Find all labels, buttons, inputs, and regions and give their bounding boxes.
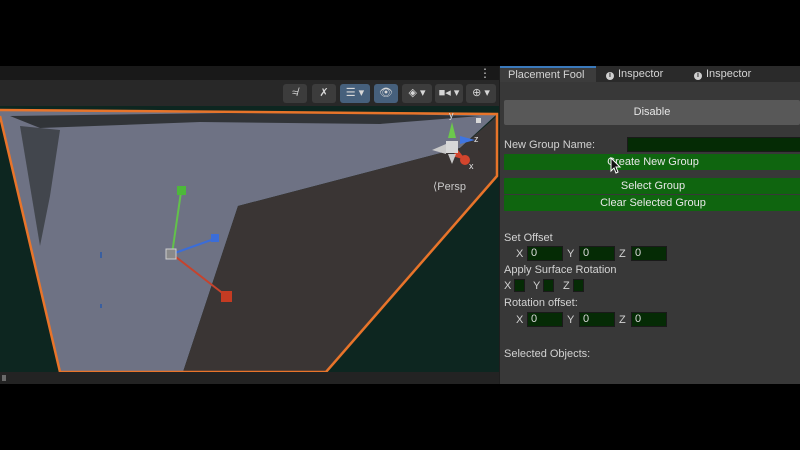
offset-x-field[interactable]: 0: [527, 246, 563, 261]
persp-label[interactable]: ⟨Persp: [433, 180, 466, 193]
surface-rotation-x-checkbox[interactable]: [514, 279, 525, 292]
rotation-offset-label: Rotation offset:: [504, 297, 578, 309]
eye-icon[interactable]: 👁: [374, 84, 398, 103]
gizmo-x-label: x: [469, 161, 474, 171]
offset-y-label: Y: [567, 248, 575, 260]
scene-render: [0, 108, 499, 372]
layers-dropdown-icon[interactable]: ☰ ▾: [340, 84, 370, 103]
new-group-name-label: New Group Name:: [504, 139, 596, 151]
scene-toolbar: ≉ ✗ ☰ ▾ 👁 ◈ ▾ ■◂ ▾ ⊕ ▾: [0, 80, 499, 106]
tab-label: Inspector: [706, 68, 752, 80]
tab-inspector-2[interactable]: i Inspector: [694, 66, 774, 82]
camera-dropdown-icon[interactable]: ■◂ ▾: [435, 84, 463, 103]
select-group-button[interactable]: Select Group: [504, 178, 800, 194]
rot-offset-x-label: X: [516, 314, 524, 326]
stack-dropdown-icon[interactable]: ◈ ▾: [402, 84, 432, 103]
rotation-z-label: Z: [563, 280, 570, 292]
info-icon: i: [694, 72, 702, 80]
scene-view-panel: ⋮ ≉ ✗ ☰ ▾ 👁 ◈ ▾ ■◂ ▾ ⊕ ▾ y z x ⟨Persp: [0, 66, 499, 384]
info-icon: i: [606, 72, 614, 80]
rotation-y-label: Y: [533, 280, 541, 292]
panel-tab-bar: Placement Fool i Inspector i Inspector: [500, 66, 800, 82]
offset-z-label: Z: [619, 248, 626, 260]
clear-selected-group-button[interactable]: Clear Selected Group: [504, 195, 800, 211]
tab-placement-tool[interactable]: Placement Fool: [500, 66, 596, 82]
new-group-name-input[interactable]: [627, 137, 800, 152]
scene-tab-bar: ⋮: [0, 66, 499, 80]
fx-off-icon[interactable]: ✗: [312, 84, 336, 103]
tab-inspector-1[interactable]: i Inspector: [606, 66, 686, 82]
visibility-off-icon[interactable]: ≉: [283, 84, 307, 103]
selected-objects-label: Selected Objects:: [504, 348, 591, 360]
rot-offset-z-label: Z: [619, 314, 626, 326]
tab-label: Inspector: [618, 68, 664, 80]
surface-rotation-z-checkbox[interactable]: [573, 279, 584, 292]
gizmo-z-label: z: [474, 134, 479, 144]
create-new-group-button[interactable]: Create New Group: [504, 154, 800, 170]
offset-z-field[interactable]: 0: [631, 246, 667, 261]
rotation-offset-y-field[interactable]: 0: [579, 312, 615, 327]
rotation-offset-x-field[interactable]: 0: [527, 312, 563, 327]
disable-button[interactable]: Disable: [504, 100, 800, 125]
mouse-cursor-icon: [610, 157, 622, 174]
rotation-offset-z-field[interactable]: 0: [631, 312, 667, 327]
apply-surface-rotation-label: Apply Surface Rotation: [504, 264, 617, 276]
tab-label: Placement Fool: [508, 69, 585, 81]
placement-tool-panel: Placement Fool i Inspector i Inspector Dis…: [499, 66, 800, 384]
set-offset-label: Set Offset: [504, 232, 553, 244]
surface-rotation-y-checkbox[interactable]: [543, 279, 554, 292]
rot-offset-y-label: Y: [567, 314, 575, 326]
scene-menu-icon[interactable]: ⋮: [479, 66, 491, 80]
offset-y-field[interactable]: 0: [579, 246, 615, 261]
rotation-x-label: X: [504, 280, 512, 292]
scene-scrollbar-track: [0, 372, 499, 384]
globe-dropdown-icon[interactable]: ⊕ ▾: [466, 84, 496, 103]
scene-viewport[interactable]: y z x ⟨Persp: [0, 106, 499, 372]
scene-scrollbar-thumb[interactable]: [2, 375, 6, 381]
gizmo-y-label: y: [449, 110, 454, 120]
offset-x-label: X: [516, 248, 524, 260]
